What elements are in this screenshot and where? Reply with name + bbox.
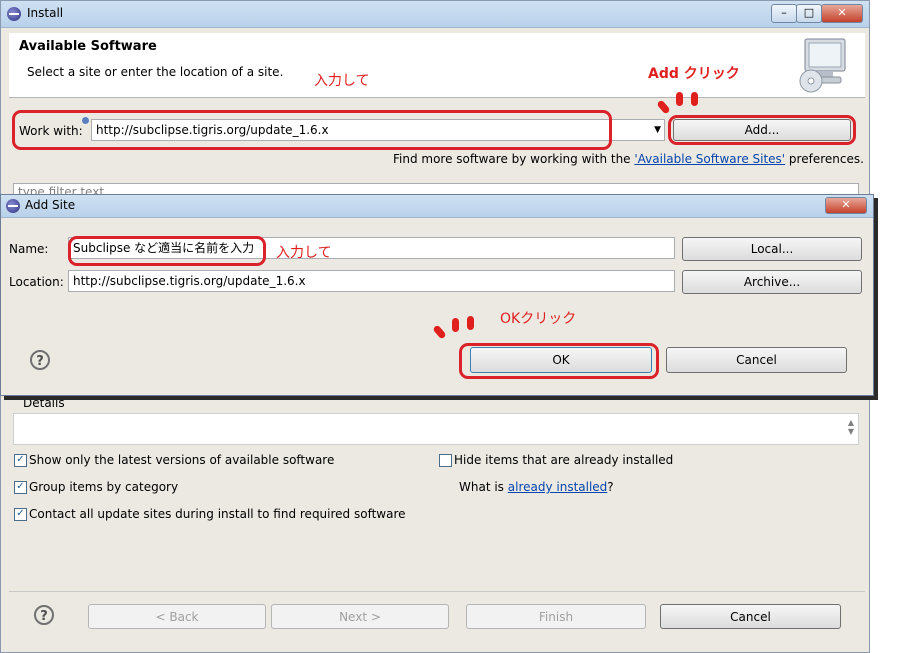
monitor-cd-icon — [799, 38, 846, 93]
close-icon[interactable]: ✕ — [821, 4, 863, 23]
add-site-dialog: Add Site ✕ Name: Subclipse など適当に名前を入力 Lo… — [0, 194, 874, 396]
click-mark-icon — [691, 92, 698, 106]
dialog-title: Add Site — [25, 198, 76, 212]
annotation-oval-ok — [459, 343, 659, 379]
group-by-category-label: Group items by category — [29, 480, 179, 494]
maximize-icon[interactable]: □ — [796, 4, 822, 23]
footer-divider — [9, 591, 865, 592]
add-site-titlebar: Add Site ✕ — [1, 195, 873, 218]
eclipse-icon — [6, 199, 20, 213]
annotation-add-click: Add クリック — [648, 66, 740, 82]
window-title: Install — [27, 6, 64, 20]
contact-all-checkbox[interactable]: ✓ — [14, 508, 27, 521]
back-button[interactable]: < Back — [88, 604, 266, 629]
name-label: Name: — [9, 242, 49, 256]
cancel-button[interactable]: Cancel — [666, 347, 847, 373]
click-mark-icon — [676, 92, 683, 106]
details-area: ▲ ▼ — [13, 413, 859, 445]
group-by-category-checkbox[interactable]: ✓ — [14, 481, 27, 494]
click-mark-icon — [467, 316, 474, 330]
show-latest-checkbox[interactable]: ✓ — [14, 454, 27, 467]
archive-button[interactable]: Archive... — [682, 270, 862, 294]
finish-button[interactable]: Finish — [466, 604, 646, 629]
help-icon[interactable]: ? — [34, 605, 54, 625]
show-latest-label: Show only the latest versions of availab… — [29, 453, 335, 467]
details-label: Details — [23, 396, 65, 410]
available-software-sites-link[interactable]: 'Available Software Sites' — [634, 152, 785, 166]
install-titlebar: Install – □ ✕ — [1, 1, 869, 28]
location-field[interactable]: http://subclipse.tigris.org/update_1.6.x — [68, 270, 675, 292]
what-is-text: What is already installed? — [459, 480, 614, 494]
already-installed-link[interactable]: already installed — [508, 480, 608, 494]
next-button[interactable]: Next > — [271, 604, 449, 629]
click-mark-icon — [452, 318, 459, 332]
cancel-button[interactable]: Cancel — [660, 604, 841, 629]
page-title: Available Software — [19, 39, 157, 54]
annotation-ok-click: OKクリック — [500, 311, 577, 327]
hide-installed-label: Hide items that are already installed — [454, 453, 674, 467]
find-more-text: Find more software by working with the '… — [393, 152, 864, 166]
help-icon[interactable]: ? — [30, 350, 50, 370]
local-button[interactable]: Local... — [682, 237, 862, 261]
chevron-down-icon[interactable]: ▼ — [654, 120, 661, 140]
annotation-oval-add — [668, 115, 856, 145]
eclipse-icon — [7, 7, 21, 21]
scroll-arrows-icon[interactable]: ▲ ▼ — [848, 418, 854, 436]
page-subtitle: Select a site or enter the location of a… — [27, 65, 284, 79]
close-icon[interactable]: ✕ — [825, 197, 867, 214]
annotation-input-2: 入力して — [276, 245, 332, 261]
location-label: Location: — [9, 275, 64, 289]
minimize-icon[interactable]: – — [771, 4, 797, 23]
annotation-oval-name — [68, 236, 266, 266]
annotation-input-1: 入力して — [314, 73, 370, 89]
contact-all-label: Contact all update sites during install … — [29, 507, 406, 521]
hide-installed-checkbox[interactable] — [439, 454, 452, 467]
annotation-oval-work-with — [12, 110, 612, 150]
